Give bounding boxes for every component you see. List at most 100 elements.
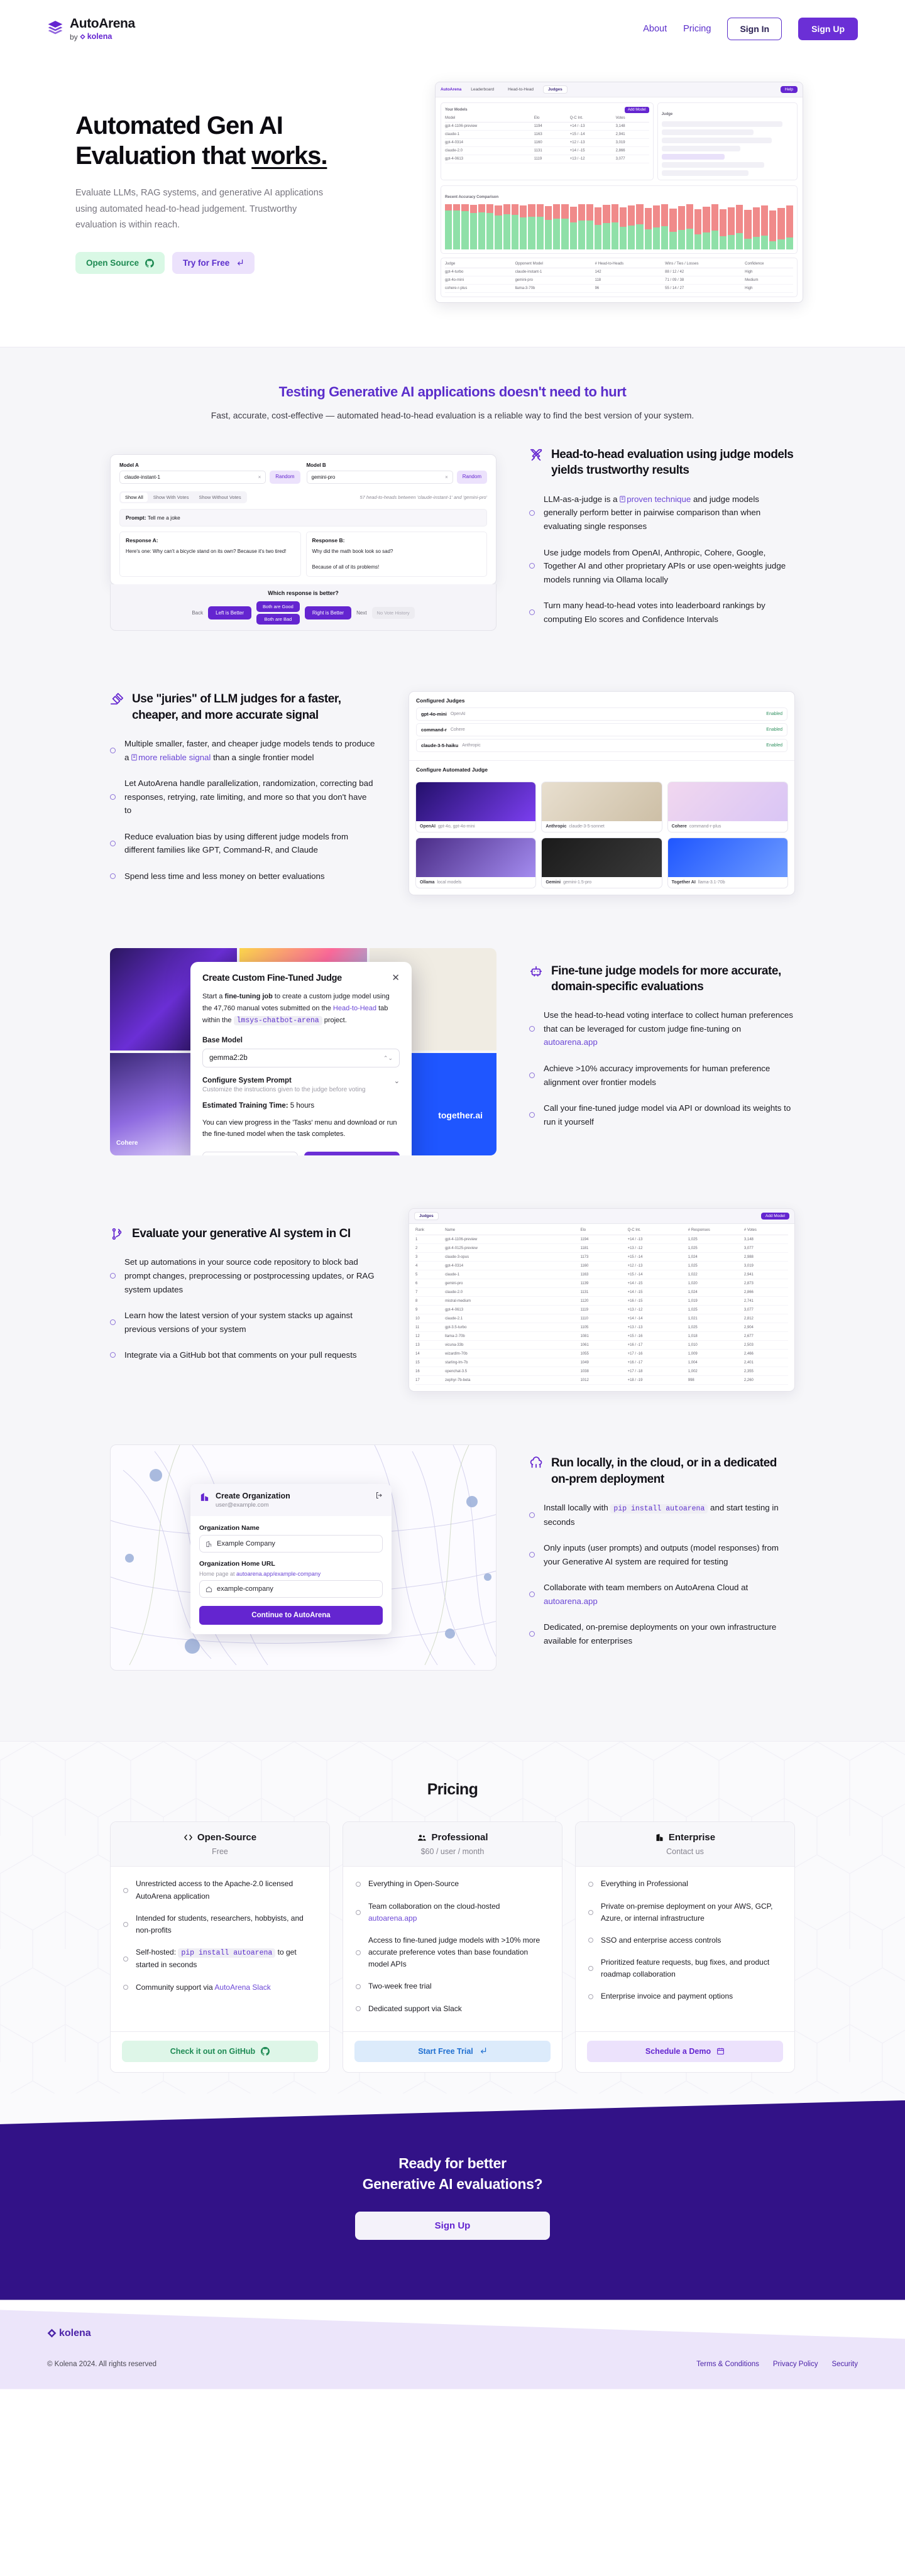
pricing-feature-link[interactable]: AutoArena Slack	[214, 1983, 270, 1992]
table-row[interactable]: claude-1 1163 +15 / -14 2,941	[445, 131, 649, 139]
bullet-link[interactable]: autoarena.app	[544, 1596, 598, 1606]
byline-prefix: by	[70, 32, 78, 41]
sign-out-icon[interactable]	[375, 1492, 383, 1499]
close-icon[interactable]: ✕	[392, 973, 400, 983]
feature-bullet: Learn how the latest version of your sys…	[110, 1309, 376, 1336]
judge-provider-card[interactable]: OpenAI gpt-4o, gpt-4o-mini	[415, 782, 537, 833]
h2h-model-b-input[interactable]: gemini-pro ×	[306, 470, 453, 484]
table-row[interactable]: 1 gpt-4-1106-preview 1194 +14 / -13 1,025 3,1…	[415, 1235, 788, 1245]
brand-logo[interactable]: AutoArena by kolena	[47, 17, 135, 41]
table-row[interactable]: 6 gemini-pro 1139 +14 / -15 1,020 2,873	[415, 1279, 788, 1289]
h2h-random-a-button[interactable]: Random	[270, 470, 300, 484]
mock-bottom-table: Judge Opponent Model # Head-to-Heads Win…	[436, 258, 803, 302]
configured-judge-row[interactable]: claude-3-5-haiku Anthropic Enabled	[416, 739, 787, 753]
bullet-link[interactable]: more reliable signal	[138, 753, 211, 762]
table-row[interactable]: 15 starling-lm-7b 1049 +16 / -17 1,004 2,401	[415, 1358, 788, 1368]
table-row[interactable]: gpt-4-0613 1119 +13 / -12 3,077	[445, 155, 649, 163]
bullet-link[interactable]: proven technique	[627, 494, 691, 504]
mock-tab-leaderboard[interactable]: Leaderboard	[466, 86, 498, 93]
table-row[interactable]: 10 claude-2.1 1110 +14 / -14 1,021 2,812	[415, 1314, 788, 1324]
table-row[interactable]: gpt-4-turbo claude-instant-1 142 88 / 12 / …	[445, 268, 793, 276]
table-row[interactable]: gpt-4-0314 1160 +12 / -13 3,019	[445, 139, 649, 147]
table-row[interactable]: 4 gpt-4-0314 1160 +12 / -13 1,025 3,019	[415, 1262, 788, 1271]
mock-tab-head-to-head[interactable]: Head-to-Head	[503, 86, 538, 93]
table-row[interactable]: 7 claude-2.0 1131 +14 / -15 1,024 2,866	[415, 1288, 788, 1297]
footer-logo[interactable]: kolena	[47, 2328, 858, 2339]
chevron-down-icon[interactable]: ⌄	[394, 1077, 400, 1085]
dialog-desc-link[interactable]: Head-to-Head	[333, 1005, 376, 1012]
try-for-free-button[interactable]: Try for Free	[172, 252, 255, 275]
judge-provider-card[interactable]: Anthropic claude-3-5-sonnet	[541, 782, 662, 833]
h2h-back-button[interactable]: Back	[192, 610, 203, 616]
nav-link-about[interactable]: About	[643, 24, 667, 34]
judge-card-sub: llama-3.1-70b	[698, 880, 725, 885]
table-row[interactable]: 9 gpt-4-0613 1119 +13 / -12 1,025 3,077	[415, 1306, 788, 1315]
h2h-both-bad-button[interactable]: Both are Bad	[256, 614, 300, 625]
table-row[interactable]: 2 gpt-4-0125-preview 1181 +13 / -12 1,025 3,0…	[415, 1244, 788, 1253]
table-row[interactable]: 16 openchat-3.5 1038 +17 / -18 1,002 2,355	[415, 1367, 788, 1377]
footer-link-terms[interactable]: Terms & Conditions	[696, 2360, 759, 2368]
continue-to-autoarena-button[interactable]: Continue to AutoArena	[199, 1606, 383, 1625]
judge-card-sub: claude-3-5-sonnet	[569, 824, 605, 829]
h2h-random-b-button[interactable]: Random	[456, 470, 487, 484]
h2h-filter-without-votes[interactable]: Show Without Votes	[194, 493, 245, 502]
hero-buttons: Open Source Try for Free	[75, 252, 355, 275]
bullet-dot-icon	[110, 873, 116, 880]
table-row[interactable]: gpt-4o-mini gemini-pro 118 71 / 09 / 38 Medi…	[445, 276, 793, 285]
cancel-button[interactable]: Cancel	[202, 1151, 298, 1156]
table-row[interactable]: 12 llama-2-70b 1081 +15 / -16 1,018 2,677	[415, 1332, 788, 1341]
leaderboard-add-model-button[interactable]: Add Model	[760, 1213, 789, 1220]
org-url-input[interactable]: example-company	[199, 1580, 383, 1598]
h2h-right-better-button[interactable]: Right is Better	[304, 606, 352, 620]
judge-provider-card[interactable]: Together AI llama-3.1-70b	[667, 838, 788, 889]
table-row[interactable]: 14 wizardlm-70b 1055 +17 / -16 1,009 2,466	[415, 1350, 788, 1359]
bullet-link[interactable]: autoarena.app	[544, 1037, 598, 1047]
leaderboard-tab-judges[interactable]: Judges	[414, 1212, 439, 1221]
h2h-both-good-button[interactable]: Both are Good	[256, 601, 300, 613]
footer-link-security[interactable]: Security	[831, 2360, 858, 2368]
org-name-input[interactable]: Example Company	[199, 1535, 383, 1553]
pricing-cta-button[interactable]: Schedule a Demo	[587, 2040, 783, 2062]
judge-provider-card[interactable]: Ollama local models	[415, 838, 537, 889]
sign-up-button[interactable]: Sign Up	[798, 18, 858, 40]
h2h-next-button[interactable]: Next	[356, 610, 366, 616]
pricing-cta-button[interactable]: Start Free Trial	[354, 2040, 551, 2062]
table-row[interactable]: 11 gpt-3.5-turbo 1105 +13 / -13 1,025 2,904	[415, 1323, 788, 1333]
judge-provider-card[interactable]: Cohere command-r-plus	[667, 782, 788, 833]
table-row[interactable]: claude-2.0 1131 +14 / -15 2,866	[445, 147, 649, 155]
base-model-select[interactable]: gemma2:2b ⌃⌄	[202, 1049, 400, 1068]
table-row[interactable]: cohere-r-plus llama-3-70b 96 55 / 14 / 27 Hi…	[445, 285, 793, 293]
h2h-filter-show-all[interactable]: Show All	[121, 492, 148, 502]
pricing-feature-text: Community support via AutoArena Slack	[136, 1982, 271, 1992]
table-row[interactable]: 8 mistral-medium 1120 +16 / -15 1,019 2,741	[415, 1297, 788, 1306]
h2h-left-better-button[interactable]: Left is Better	[208, 606, 252, 620]
h2h-filter-with-votes[interactable]: Show With Votes	[149, 493, 194, 502]
configured-judge-row[interactable]: command-r Cohere Enabled	[416, 723, 787, 737]
mock-help-button[interactable]: Help	[780, 86, 798, 93]
feature-title: Evaluate your generative AI system in CI	[132, 1226, 351, 1240]
table-row[interactable]: 13 vicuna-33b 1061 +16 / -17 1,010 2,503	[415, 1341, 788, 1350]
judge-provider-card[interactable]: Gemini gemini-1.5-pro	[541, 838, 662, 889]
create-button[interactable]: Create	[304, 1151, 400, 1156]
open-source-button[interactable]: Open Source	[75, 252, 165, 275]
mock-tab-judges[interactable]: Judges	[542, 85, 568, 94]
sign-in-button[interactable]: Sign In	[727, 18, 782, 40]
nav-link-pricing[interactable]: Pricing	[683, 24, 711, 34]
pricing-feature: SSO and enterprise access controls	[588, 1935, 782, 1946]
mock-add-model-button[interactable]: Add Model	[624, 107, 649, 113]
github-icon	[261, 2046, 270, 2056]
table-row[interactable]: 3 claude-3-opus 1173 +15 / -14 1,024 2,988	[415, 1253, 788, 1262]
table-row[interactable]: 5 claude-1 1163 +15 / -14 1,022 2,941	[415, 1270, 788, 1280]
clear-icon[interactable]: ×	[258, 474, 261, 480]
pricing-feature-link[interactable]: autoarena.app	[368, 1914, 417, 1923]
clear-icon[interactable]: ×	[445, 474, 448, 480]
h2h-model-a-input[interactable]: claude-instant-1 ×	[119, 470, 266, 484]
org-url-hint-link[interactable]: autoarena.app/example-company	[236, 1571, 321, 1577]
pricing-cta-button[interactable]: Check it out on GitHub	[122, 2040, 318, 2062]
table-row[interactable]: gpt-4-1106-preview 1194 +14 / -13 3,148	[445, 123, 649, 131]
cta-sign-up-button[interactable]: Sign Up	[355, 2211, 550, 2240]
cta-heading-line1: Ready for better	[398, 2154, 507, 2171]
footer-link-privacy[interactable]: Privacy Policy	[773, 2360, 818, 2368]
configured-judge-row[interactable]: gpt-4o-mini OpenAI Enabled	[416, 707, 787, 721]
table-row[interactable]: 17 zephyr-7b-beta 1012 +18 / -19 998 2,260	[415, 1376, 788, 1385]
